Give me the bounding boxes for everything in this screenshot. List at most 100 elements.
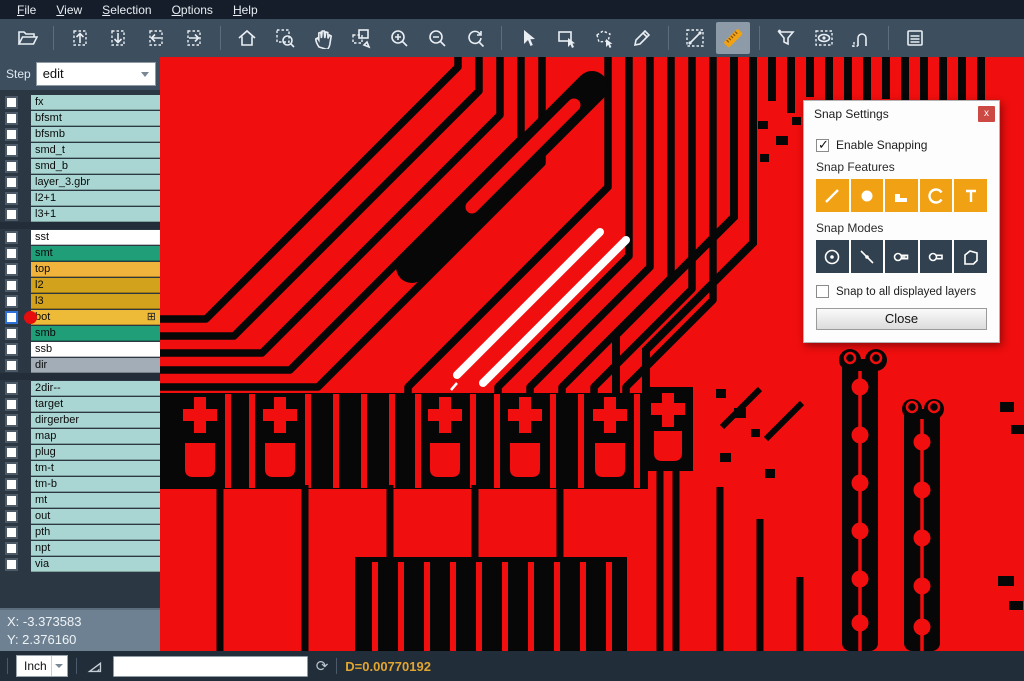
tool-select-rect-button[interactable] <box>549 22 583 54</box>
layer-visibility-checkbox[interactable] <box>5 295 18 308</box>
tool-measure-line-button[interactable] <box>678 22 712 54</box>
layer-row-bot[interactable]: bot⊞ <box>0 309 160 325</box>
layer-visibility-checkbox[interactable] <box>5 327 18 340</box>
snap-text-button[interactable] <box>954 179 987 212</box>
layer-row-bfsmt[interactable]: bfsmt <box>0 110 160 126</box>
layer-visibility-checkbox[interactable] <box>5 112 18 125</box>
tool-select-cursor-button[interactable] <box>511 22 545 54</box>
snap-arc-button[interactable] <box>920 179 953 212</box>
snap-line-button[interactable] <box>816 179 849 212</box>
layer-visibility-checkbox[interactable] <box>5 247 18 260</box>
layer-row-smd_t[interactable]: smd_t <box>0 142 160 158</box>
layer-row-sst[interactable]: sst <box>0 229 160 245</box>
layer-visibility-checkbox[interactable] <box>5 558 18 571</box>
layer-row-bfsmb[interactable]: bfsmb <box>0 126 160 142</box>
layer-visibility-checkbox[interactable] <box>5 208 18 221</box>
menu-selection[interactable]: Selection <box>93 2 160 18</box>
close-button[interactable]: Close <box>816 308 987 330</box>
snap-pad-outline-button[interactable] <box>920 240 953 273</box>
layer-visibility-checkbox[interactable] <box>5 192 18 205</box>
tool-page-arrow-down-button[interactable] <box>101 22 135 54</box>
tool-home-button[interactable] <box>230 22 264 54</box>
layer-row-target[interactable]: target <box>0 396 160 412</box>
layer-row-l3[interactable]: l3 <box>0 293 160 309</box>
tool-page-arrow-left-button[interactable] <box>139 22 173 54</box>
layer-visibility-checkbox[interactable] <box>5 414 18 427</box>
layer-row-2dir--[interactable]: 2dir-- <box>0 380 160 396</box>
menu-options[interactable]: Options <box>163 2 222 18</box>
tool-show-selection-eye-button[interactable] <box>807 22 841 54</box>
tool-page-arrow-right-button[interactable] <box>177 22 211 54</box>
tool-brush-button[interactable] <box>625 22 659 54</box>
enable-snapping-checkbox[interactable] <box>816 139 829 152</box>
layer-row-l3+1[interactable]: l3+1 <box>0 206 160 222</box>
layer-row-layer_3.gbr[interactable]: layer_3.gbr <box>0 174 160 190</box>
layer-row-fx[interactable]: fx <box>0 94 160 110</box>
layer-visibility-checkbox[interactable] <box>5 160 18 173</box>
close-icon[interactable]: x <box>978 106 995 122</box>
units-select[interactable]: Inch <box>16 655 68 677</box>
tool-zoom-in-button[interactable] <box>382 22 416 54</box>
tool-zoom-reset-button[interactable] <box>458 22 492 54</box>
layer-visibility-checkbox[interactable] <box>5 446 18 459</box>
snap-surface-button[interactable] <box>885 179 918 212</box>
layer-row-plug[interactable]: plug <box>0 444 160 460</box>
layer-row-mt[interactable]: mt <box>0 492 160 508</box>
layer-visibility-checkbox[interactable] <box>5 510 18 523</box>
tool-select-polygon-button[interactable] <box>587 22 621 54</box>
command-input[interactable] <box>113 656 308 677</box>
layer-visibility-checkbox[interactable] <box>5 542 18 555</box>
tool-open-folder-button[interactable] <box>10 22 44 54</box>
layer-row-via[interactable]: via <box>0 556 160 572</box>
tool-trace-path-button[interactable] <box>845 22 879 54</box>
menu-view[interactable]: View <box>47 2 91 18</box>
layer-visibility-checkbox[interactable] <box>5 526 18 539</box>
layer-visibility-checkbox[interactable] <box>5 128 18 141</box>
layer-visibility-checkbox[interactable] <box>5 311 18 324</box>
tool-zoom-window-button[interactable] <box>268 22 302 54</box>
angle-measure-icon[interactable] <box>85 656 105 676</box>
layer-row-map[interactable]: map <box>0 428 160 444</box>
tool-zoom-area-button[interactable] <box>344 22 378 54</box>
snap-circle-button[interactable] <box>851 179 884 212</box>
layer-row-smb[interactable]: smb <box>0 325 160 341</box>
layer-row-ssb[interactable]: ssb <box>0 341 160 357</box>
layer-visibility-checkbox[interactable] <box>5 359 18 372</box>
snap-pad-slot-button[interactable] <box>885 240 918 273</box>
pcb-canvas[interactable]: Snap Settings x Enable Snapping Snap Fea… <box>160 57 1024 651</box>
layer-row-smd_b[interactable]: smd_b <box>0 158 160 174</box>
layer-row-out[interactable]: out <box>0 508 160 524</box>
layer-row-dir[interactable]: dir <box>0 357 160 373</box>
layer-visibility-checkbox[interactable] <box>5 144 18 157</box>
layer-visibility-checkbox[interactable] <box>5 398 18 411</box>
layer-visibility-checkbox[interactable] <box>5 231 18 244</box>
layer-row-l2[interactable]: l2 <box>0 277 160 293</box>
tool-filter-button[interactable] <box>769 22 803 54</box>
layer-visibility-checkbox[interactable] <box>5 279 18 292</box>
layer-visibility-checkbox[interactable] <box>5 462 18 475</box>
layer-row-top[interactable]: top <box>0 261 160 277</box>
layer-visibility-checkbox[interactable] <box>5 263 18 276</box>
menu-help[interactable]: Help <box>224 2 267 18</box>
layer-visibility-checkbox[interactable] <box>5 494 18 507</box>
snap-all-layers-checkbox[interactable] <box>816 285 829 298</box>
snap-midpoint-button[interactable] <box>851 240 884 273</box>
layer-row-pth[interactable]: pth <box>0 524 160 540</box>
layer-visibility-checkbox[interactable] <box>5 478 18 491</box>
sync-icon[interactable]: ⟳ <box>316 657 329 675</box>
snap-center-button[interactable] <box>816 240 849 273</box>
tool-layers-panel-button[interactable] <box>898 22 932 54</box>
layer-visibility-checkbox[interactable] <box>5 176 18 189</box>
layer-visibility-checkbox[interactable] <box>5 96 18 109</box>
snap-dialog-titlebar[interactable]: Snap Settings x <box>804 101 999 126</box>
menu-file[interactable]: File <box>8 2 45 18</box>
layer-row-npt[interactable]: npt <box>0 540 160 556</box>
tool-page-arrow-up-button[interactable] <box>63 22 97 54</box>
layer-row-smt[interactable]: smt <box>0 245 160 261</box>
layer-visibility-checkbox[interactable] <box>5 343 18 356</box>
snap-contour-button[interactable] <box>954 240 987 273</box>
layer-visibility-checkbox[interactable] <box>5 430 18 443</box>
tool-pan-hand-button[interactable] <box>306 22 340 54</box>
layer-row-dirgerber[interactable]: dirgerber <box>0 412 160 428</box>
layer-row-tm-b[interactable]: tm-b <box>0 476 160 492</box>
